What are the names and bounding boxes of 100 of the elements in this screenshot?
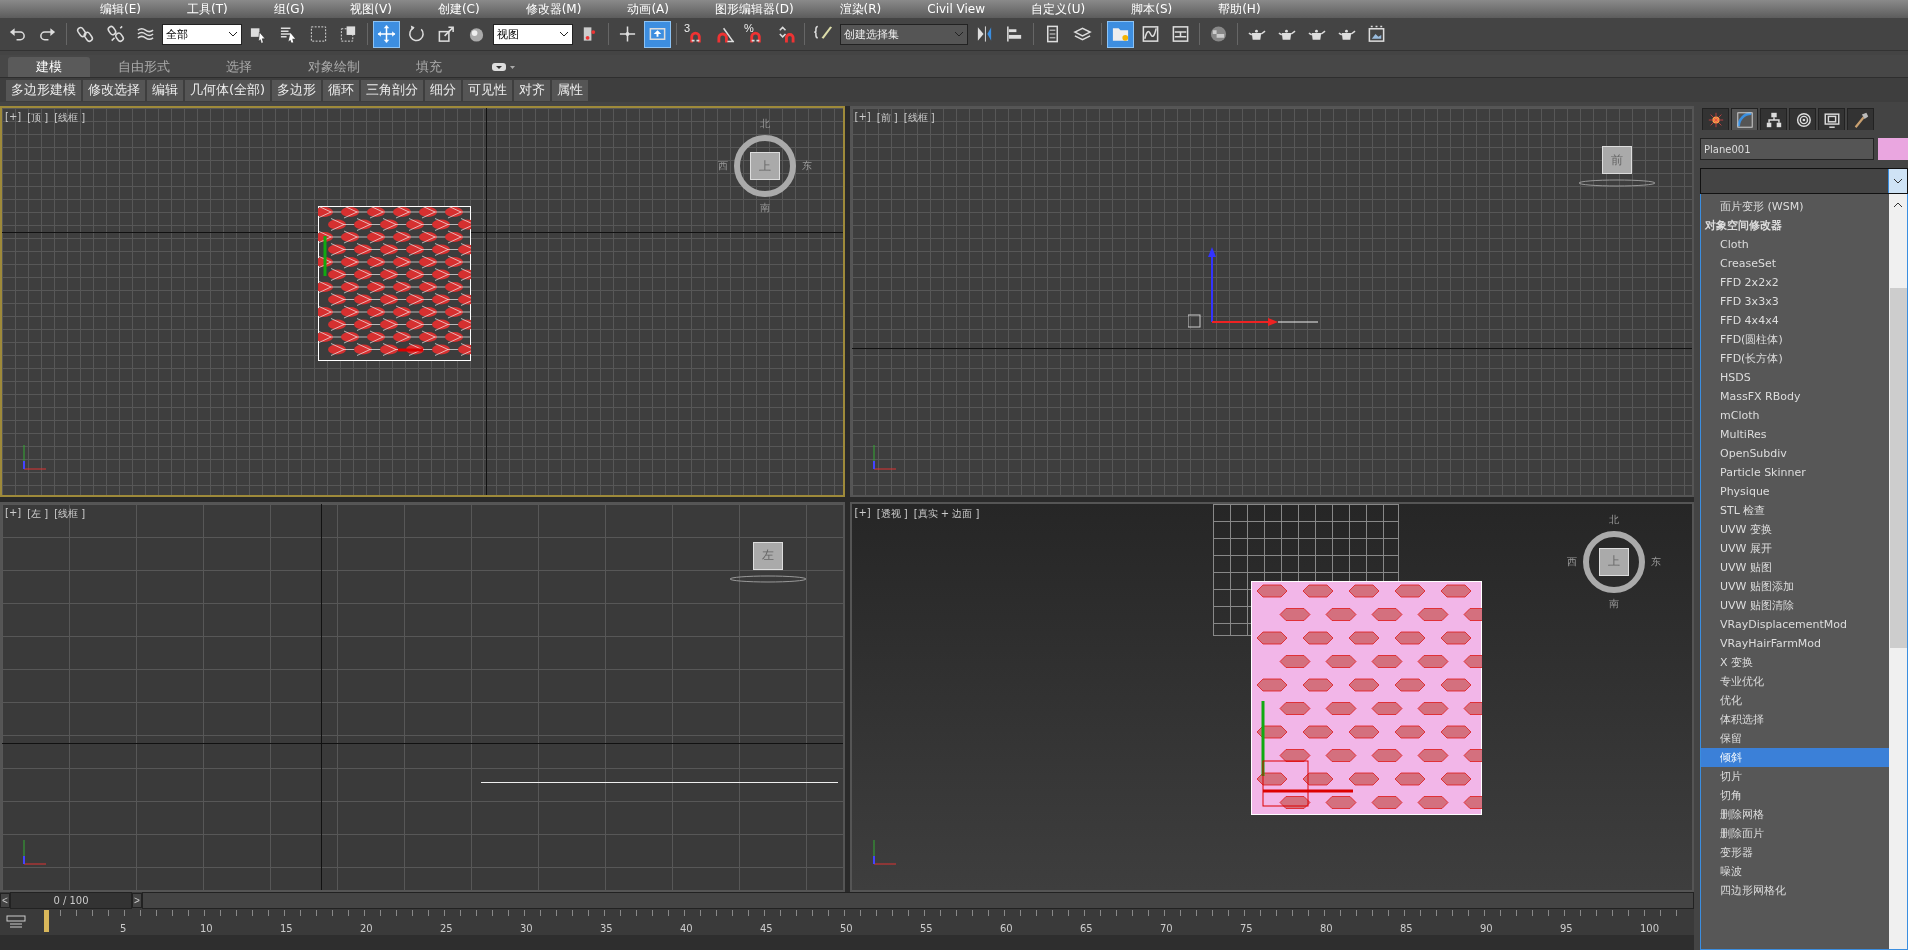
modifier-list-item[interactable]: HSDS xyxy=(1701,368,1889,387)
viewport-label[interactable]: [线框 ] xyxy=(54,506,86,521)
menu-item[interactable]: Civil View xyxy=(927,2,986,16)
dropdown-toggle-icon[interactable] xyxy=(492,62,516,72)
menu-item[interactable]: 工具(T) xyxy=(186,0,228,18)
toolbar-dropdown[interactable]: 视图 xyxy=(493,23,573,45)
modifier-list-item[interactable]: 倾斜 xyxy=(1701,748,1889,767)
modifier-list-item[interactable]: X 变换 xyxy=(1701,653,1889,672)
time-slider-thumb[interactable]: 0 / 100 xyxy=(10,892,132,909)
compass-ring-icon[interactable] xyxy=(731,133,798,199)
ribbon-button[interactable]: 修改选择 xyxy=(83,79,145,101)
viewport-label[interactable]: [前 ] xyxy=(876,111,898,125)
viewport-label[interactable]: [顶 ] xyxy=(27,111,49,125)
menu-item[interactable]: 渲染(R) xyxy=(839,0,882,18)
viewport-label[interactable]: [+] xyxy=(5,506,22,521)
viewport-label[interactable]: [透视 ] xyxy=(876,506,908,521)
modifier-list-item[interactable]: UVW 展开 xyxy=(1701,539,1889,558)
magnet-button[interactable]: 3 xyxy=(682,20,709,48)
modifier-list-item[interactable]: FFD(圆柱体) xyxy=(1701,330,1889,349)
ribbon-button[interactable]: 多边形 xyxy=(272,79,322,101)
viewport-label[interactable]: [真实 + 边面 ] xyxy=(913,506,980,521)
ribbon-button[interactable]: 细分 xyxy=(425,79,462,101)
modifier-list-item[interactable]: Particle Skinner xyxy=(1701,463,1889,482)
menu-item[interactable]: 动画(A) xyxy=(627,0,669,18)
scroll-up-icon[interactable] xyxy=(1893,202,1903,208)
modifier-list-item[interactable]: OpenSubdiv xyxy=(1701,444,1889,463)
modifier-list-item[interactable]: 删除面片 xyxy=(1701,824,1889,843)
ribbon-tab[interactable]: 选择 xyxy=(198,57,280,77)
ribbon-button[interactable]: 几何体(全部) xyxy=(185,79,271,101)
move-arrows-button[interactable] xyxy=(373,20,400,48)
modifier-list-item[interactable]: 面片变形 (WSM) xyxy=(1701,197,1889,216)
modifier-list-item[interactable]: MassFX RBody xyxy=(1701,387,1889,406)
modifier-list-item[interactable]: FFD(长方体) xyxy=(1701,349,1889,368)
menu-item[interactable]: 帮助(H) xyxy=(1218,0,1261,18)
arc-tab[interactable] xyxy=(1731,108,1758,130)
object-color-swatch[interactable] xyxy=(1878,138,1908,160)
modifier-list-item[interactable]: mCloth xyxy=(1701,406,1889,425)
modifier-list-item[interactable]: CreaseSet xyxy=(1701,254,1889,273)
modifier-list-item[interactable]: 专业优化 xyxy=(1701,672,1889,691)
ribbon-button[interactable]: 可见性 xyxy=(463,79,513,101)
menu-item[interactable]: 图形编辑器(D) xyxy=(714,0,794,18)
ribbon-button[interactable]: 对齐 xyxy=(514,79,551,101)
ribbon-tab[interactable]: 自由形式 xyxy=(90,57,198,77)
modifier-list-item[interactable]: UVW 变换 xyxy=(1701,520,1889,539)
ribbon-button[interactable]: 多边形建模 xyxy=(6,79,81,101)
modifier-list-dropdown[interactable] xyxy=(1700,168,1908,194)
menu-item[interactable]: 视图(V) xyxy=(350,0,392,18)
modifier-list-item[interactable]: 切角 xyxy=(1701,786,1889,805)
modifier-list-item[interactable]: FFD 2x2x2 xyxy=(1701,273,1889,292)
ribbon-button[interactable]: 属性 xyxy=(552,79,589,101)
ribbon-button[interactable]: 三角剖分 xyxy=(361,79,424,101)
modifier-list-item[interactable]: VRayHairFarmMod xyxy=(1701,634,1889,653)
viewport-label[interactable]: [左 ] xyxy=(27,506,49,521)
viewport[interactable]: [+] [左 ] [线框 ] 左 xyxy=(0,501,845,892)
object-name-field[interactable]: Plane001 xyxy=(1700,138,1874,160)
viewport-label[interactable]: [线框 ] xyxy=(903,111,935,125)
modifier-list-item[interactable]: 体积选择 xyxy=(1701,710,1889,729)
folder-button[interactable] xyxy=(1107,20,1134,48)
modifier-list-item[interactable]: UVW 贴图清除 xyxy=(1701,596,1889,615)
modifier-list-item[interactable]: 删除网格 xyxy=(1701,805,1889,824)
menu-item[interactable]: 自定义(U) xyxy=(1031,0,1086,18)
toolbar-dropdown[interactable]: 创建选择集 xyxy=(840,23,968,45)
viewport-label[interactable]: [线框 ] xyxy=(54,111,86,125)
scrollbar-thumb[interactable] xyxy=(1889,288,1907,648)
viewport[interactable]: [+] [前 ] [线框 ] 前 xyxy=(849,106,1694,497)
modifier-list-item[interactable]: MultiRes xyxy=(1701,425,1889,444)
modifier-list-item[interactable]: 优化 xyxy=(1701,691,1889,710)
magnet-button[interactable]: % xyxy=(742,20,769,48)
ribbon-tab[interactable]: 对象绘制 xyxy=(280,57,388,77)
modifier-list-item[interactable]: UVW 贴图 xyxy=(1701,558,1889,577)
menu-item[interactable]: 脚本(S) xyxy=(1131,0,1173,18)
menu-item[interactable]: 编辑(E) xyxy=(100,0,141,18)
modifier-list-item[interactable]: Cloth xyxy=(1701,235,1889,254)
menu-item[interactable]: 创建(C) xyxy=(437,0,480,18)
menu-item[interactable]: 修改器(M) xyxy=(525,0,582,18)
monitor-tab[interactable] xyxy=(1818,108,1845,130)
viewport-label[interactable]: [+] xyxy=(854,111,871,125)
viewport-label[interactable]: [+] xyxy=(5,111,22,125)
hierarchy-tab[interactable] xyxy=(1760,108,1787,130)
scrollbar[interactable] xyxy=(1889,194,1907,949)
concentric-circles-tab[interactable] xyxy=(1789,108,1816,130)
modifier-list-item[interactable]: FFD 3x3x3 xyxy=(1701,292,1889,311)
modifier-list-item[interactable]: UVW 贴图添加 xyxy=(1701,577,1889,596)
modifier-list-item[interactable]: 四边形网格化 xyxy=(1701,881,1889,900)
toolbar-dropdown[interactable]: 全部 xyxy=(162,23,242,45)
modifier-list-item[interactable]: Physique xyxy=(1701,482,1889,501)
menu-item[interactable]: 组(G) xyxy=(273,0,305,18)
ribbon-button[interactable]: 编辑 xyxy=(147,79,183,101)
viewport-label[interactable]: [+] xyxy=(854,506,871,521)
ribbon-tab[interactable]: 建模 xyxy=(8,57,90,77)
modifier-list-item[interactable]: FFD 4x4x4 xyxy=(1701,311,1889,330)
compass-ring-icon[interactable] xyxy=(1581,528,1647,595)
modifier-list-item[interactable]: 变形器 xyxy=(1701,843,1889,862)
modifier-list-item[interactable]: 切片 xyxy=(1701,767,1889,786)
modifier-list-item[interactable]: 保留 xyxy=(1701,729,1889,748)
ribbon-tab[interactable]: 填充 xyxy=(388,57,470,77)
modifier-list-item[interactable]: VRayDisplacementMod xyxy=(1701,615,1889,634)
ribbon-button[interactable]: 循环 xyxy=(323,79,360,101)
sparkle-tab[interactable] xyxy=(1702,108,1729,130)
hammer-tab[interactable] xyxy=(1847,108,1874,130)
